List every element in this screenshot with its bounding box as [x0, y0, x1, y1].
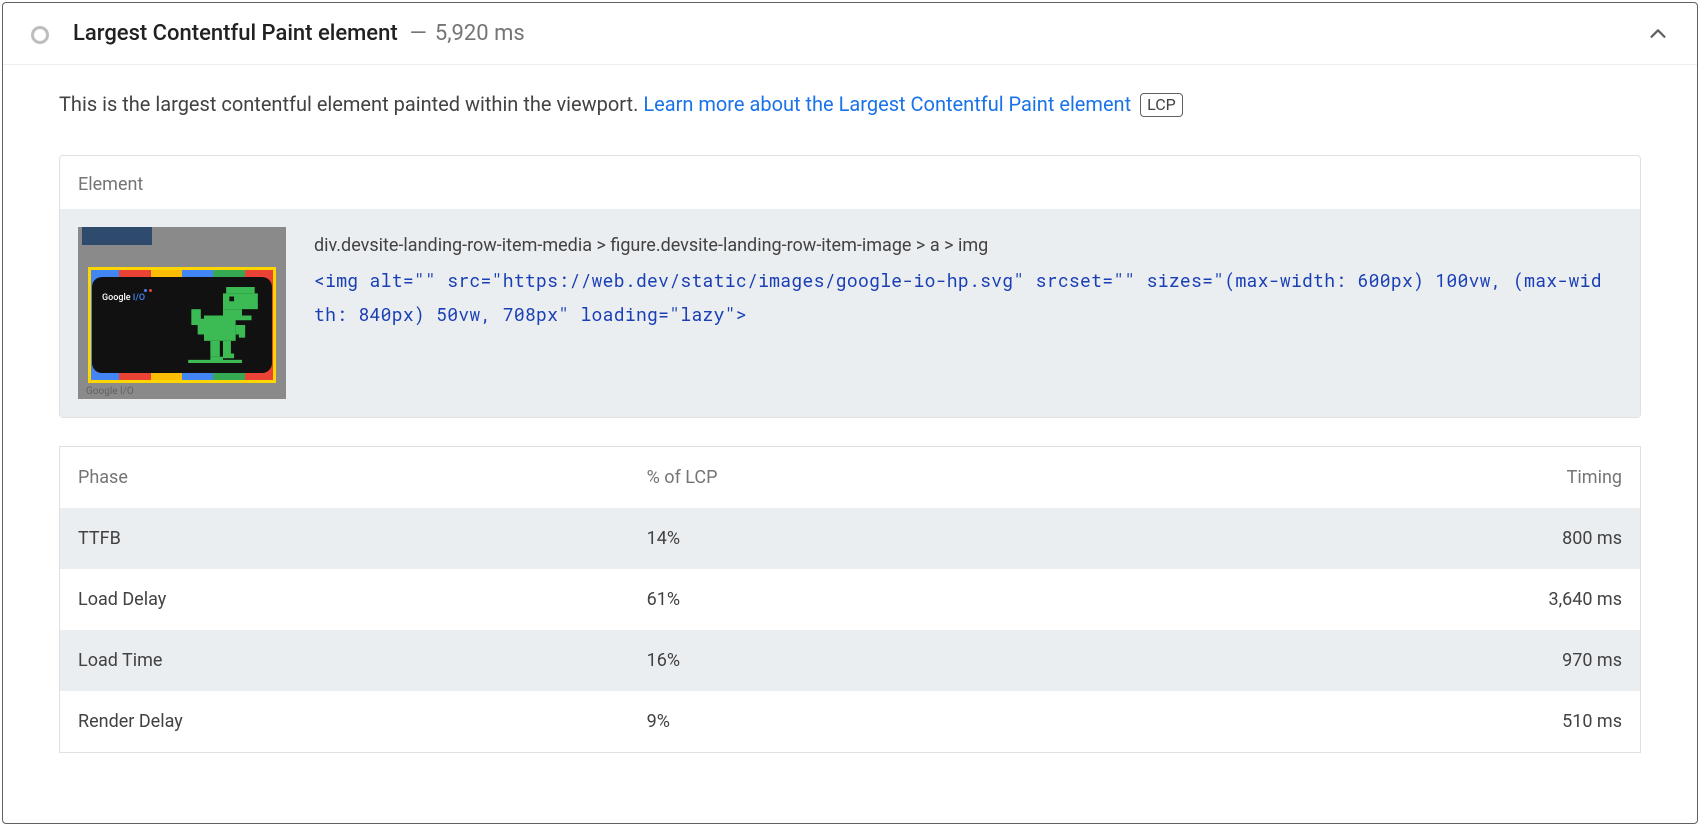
- audit-body: This is the largest contentful element p…: [3, 65, 1697, 763]
- col-pct: % of LCP: [629, 447, 1325, 509]
- cell-timing: 510 ms: [1324, 691, 1640, 753]
- table-row: Load Delay 61% 3,640 ms: [60, 569, 1641, 630]
- table-row: TTFB 14% 800 ms: [60, 508, 1641, 569]
- element-selector: div.devsite-landing-row-item-media > fig…: [314, 229, 1602, 263]
- element-body: Google I/O: [60, 209, 1640, 417]
- table-row: Render Delay 9% 510 ms: [60, 691, 1641, 753]
- cell-pct: 61%: [629, 569, 1325, 630]
- cell-phase: Load Delay: [60, 569, 629, 630]
- cell-timing: 970 ms: [1324, 630, 1640, 691]
- cell-pct: 16%: [629, 630, 1325, 691]
- audit-title: Largest Contentful Paint element: [73, 21, 398, 46]
- thumb-brand-io: I/O: [131, 293, 146, 303]
- cell-timing: 3,640 ms: [1324, 569, 1640, 630]
- cell-pct: 9%: [629, 691, 1325, 753]
- phase-table: Phase % of LCP Timing TTFB 14% 800 ms Lo…: [59, 446, 1641, 753]
- audit-header[interactable]: Largest Contentful Paint element — 5,920…: [3, 3, 1697, 65]
- description-text: This is the largest contentful element p…: [59, 92, 643, 116]
- dino-icon: [188, 287, 258, 363]
- element-card: Element Google I/O: [59, 155, 1641, 418]
- status-circle-icon: [31, 26, 49, 44]
- cell-phase: Load Time: [60, 630, 629, 691]
- audit-time: 5,920 ms: [435, 21, 525, 46]
- element-thumbnail: Google I/O: [78, 227, 286, 399]
- cell-phase: Render Delay: [60, 691, 629, 753]
- element-text: div.devsite-landing-row-item-media > fig…: [314, 227, 1622, 399]
- element-heading: Element: [60, 156, 1640, 209]
- audit-card: Largest Contentful Paint element — 5,920…: [2, 2, 1698, 824]
- table-header-row: Phase % of LCP Timing: [60, 447, 1641, 509]
- title-separator: —: [410, 21, 427, 46]
- element-markup: <img alt="" src="https://web.dev/static/…: [314, 263, 1602, 331]
- thumb-caption: Google I/O: [86, 386, 134, 397]
- col-phase: Phase: [60, 447, 629, 509]
- col-timing: Timing: [1324, 447, 1640, 509]
- thumb-brand: Google: [102, 293, 131, 303]
- learn-more-link[interactable]: Learn more about the Largest Contentful …: [643, 92, 1131, 116]
- cell-timing: 800 ms: [1324, 508, 1640, 569]
- chevron-up-icon[interactable]: [1647, 23, 1669, 45]
- table-row: Load Time 16% 970 ms: [60, 630, 1641, 691]
- audit-description: This is the largest contentful element p…: [59, 89, 1641, 119]
- cell-pct: 14%: [629, 508, 1325, 569]
- lcp-badge: LCP: [1140, 93, 1183, 117]
- cell-phase: TTFB: [60, 508, 629, 569]
